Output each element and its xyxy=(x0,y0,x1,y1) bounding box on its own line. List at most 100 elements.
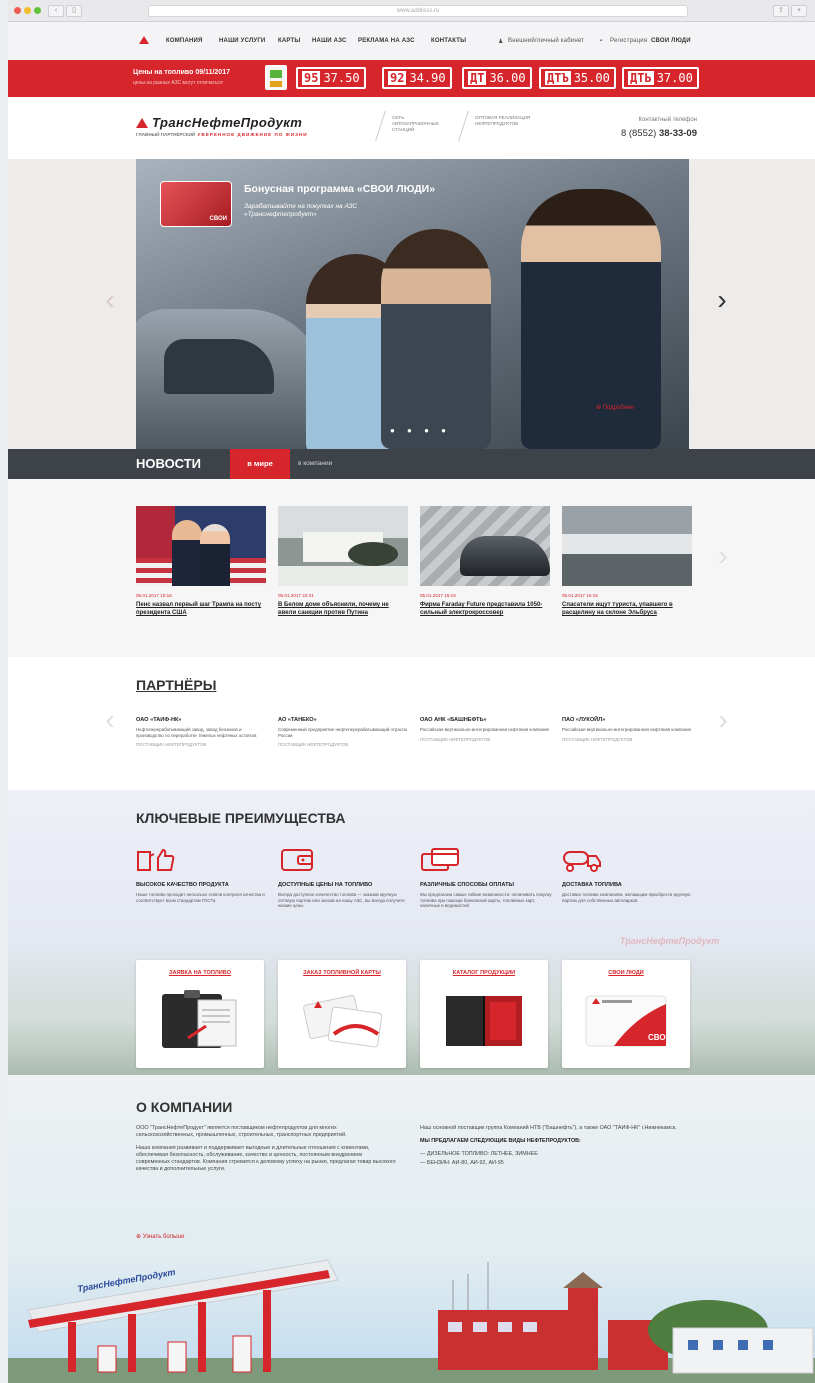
advantage-desc: Всегда доступное количество топлива — за… xyxy=(278,892,405,909)
advantage-desc: Доставка топлива компаниям, желающим при… xyxy=(562,892,691,903)
price-dt-arctic: ДТЬ 37.00 xyxy=(622,67,699,89)
news-title-link[interactable]: Фирма Faraday Future представила 1050-си… xyxy=(420,601,550,617)
tile-title[interactable]: Заявка на топливо xyxy=(136,970,264,976)
brand-slogan: главный партнёрский уверенное движение п… xyxy=(136,132,308,137)
about-more-link[interactable]: ⊕ Узнать больше xyxy=(136,1233,184,1240)
fuel-pump-icon xyxy=(265,65,287,90)
partners-chevron-right-icon[interactable]: › xyxy=(713,705,733,735)
news-image xyxy=(278,506,408,586)
news-tabs: НОВОСТИ в мире в компании xyxy=(8,449,815,479)
news-title-link[interactable]: Пенс назвал первый шаг Трампа на посту п… xyxy=(136,601,266,617)
site-header: ТрансНефтеПродукт главный партнёрский ув… xyxy=(8,97,815,159)
partner-name: АО «ТАНЕКО» xyxy=(278,717,317,723)
tab-world[interactable]: в мире xyxy=(230,449,290,479)
tile-loyalty[interactable]: Свои люди СВОИ xyxy=(562,960,690,1068)
cabinet-link[interactable]: Внешний/личный кабинет xyxy=(508,38,584,44)
close-window-icon[interactable] xyxy=(14,7,21,14)
partner-card[interactable]: ОАО АНК «БАШНЕФТЬ» Российская вертикальн… xyxy=(420,717,550,742)
partner-card[interactable]: ОАО «ТАИФ-НК» Нефтеперерабатывающий заво… xyxy=(136,717,266,747)
station-background xyxy=(8,940,815,1075)
phone-label: Контактный телефон xyxy=(638,117,698,123)
logo-mark-icon[interactable] xyxy=(139,36,149,44)
offer-item: — БЕНЗИН: АИ-80, АИ-92, АИ-95 xyxy=(420,1160,504,1166)
phone-number[interactable]: 8 (8552) 38-33-09 xyxy=(621,128,697,139)
partner-name: ОАО «ТАИФ-НК» xyxy=(136,717,182,723)
news-title-link[interactable]: Спасатели ищут туриста, упавшего в расще… xyxy=(562,601,692,617)
loyalty-card-icon: СВОИ xyxy=(584,988,672,1050)
news-image xyxy=(420,506,550,586)
clipboard-icon xyxy=(158,988,242,1050)
nav-item-company[interactable]: КОМПАНИЯ xyxy=(166,38,203,44)
advantage-title: Доставка топлива xyxy=(562,882,622,888)
news-card[interactable]: 05.01.2017 15:16 Спасатели ищут туриста,… xyxy=(562,506,692,617)
partner-name: ОАО АНК «БАШНЕФТЬ» xyxy=(420,717,487,723)
nav-item-stations[interactable]: НАШИ АЗС xyxy=(312,38,347,44)
back-button[interactable]: ‹ xyxy=(48,5,64,17)
brand-logo[interactable]: ТрансНефтеПродукт xyxy=(136,115,302,130)
tile-catalog[interactable]: Каталог продукции xyxy=(420,960,548,1068)
minimize-window-icon[interactable] xyxy=(24,7,31,14)
partner-desc: Современный предприятие нефтеперерабатыв… xyxy=(278,727,407,738)
partner-desc: Российская вертикально-интегрированная н… xyxy=(420,727,549,732)
payment-cards-icon xyxy=(420,846,460,874)
hero-title: Бонусная программа «СВОИ ЛЮДИ» xyxy=(244,183,436,195)
tab-company[interactable]: в компании xyxy=(298,449,332,479)
nav-item-contacts[interactable]: КОНТАКТЫ xyxy=(431,38,466,44)
top-navigation: КОМПАНИЯ НАШИ УСЛУГИ КАРТЫ НАШИ АЗС РЕКЛ… xyxy=(8,22,815,60)
news-card[interactable]: 05.01.2017 15:16 Пенс назвал первый шаг … xyxy=(136,506,266,617)
fuel-card-icon xyxy=(300,988,384,1050)
price-dt-winter: ДТЪ 35.00 xyxy=(539,67,616,89)
price-92: 92 34.90 xyxy=(382,67,452,89)
new-tab-icon[interactable]: + xyxy=(791,5,807,17)
tile-title[interactable]: Каталог продукции xyxy=(420,970,548,976)
news-date: 05.01.2017 15:16 xyxy=(420,593,456,598)
slider-dots[interactable]: ● ● ● ● xyxy=(390,426,451,435)
about-left-column: ООО "ТрансНефтеПродукт" является поставщ… xyxy=(136,1125,396,1179)
nav-item-services[interactable]: НАШИ УСЛУГИ xyxy=(219,38,265,44)
news-image xyxy=(136,506,266,586)
tile-title[interactable]: Заказ топливной карты xyxy=(278,970,406,976)
gas-station-illustration: ТрансНефтеПродукт xyxy=(8,1259,815,1383)
news-title-link[interactable]: В Белом доме объяснили, почему не ввели … xyxy=(278,601,408,617)
program-prefix[interactable]: Регистрация xyxy=(610,38,647,44)
about-right-column: Наш основной поставщик группа Компаний Н… xyxy=(420,1125,680,1173)
nav-item-advertising[interactable]: РЕКЛАМА НА АЗС xyxy=(358,38,415,44)
tile-title[interactable]: Свои люди xyxy=(562,970,690,976)
user-icon[interactable]: ♟ xyxy=(498,38,504,45)
partners-section: ПАРТНЁРЫ ‹ ОАО «ТАИФ-НК» Нефтеперерабаты… xyxy=(8,657,815,790)
program-link[interactable]: СВОИ ЛЮДИ xyxy=(651,38,691,44)
advantage-item: Различные способы оплаты Мы предлагаем с… xyxy=(420,846,555,909)
address-bar[interactable]: www.address.ru xyxy=(148,5,688,17)
news-date: 05.01.2017 15:16 xyxy=(562,593,598,598)
header-divider xyxy=(375,111,386,141)
car-window-shape xyxy=(164,339,274,394)
partner-card[interactable]: АО «ТАНЕКО» Современный предприятие нефт… xyxy=(278,717,408,747)
partners-chevron-left-icon[interactable]: ‹ xyxy=(100,705,120,735)
maximize-window-icon[interactable] xyxy=(34,7,41,14)
price-note: цены на разных АЗС могут отличаться xyxy=(133,80,223,86)
hero-more-link[interactable]: ⊕ Подробнее xyxy=(596,404,634,411)
news-chevron-right-icon[interactable]: › xyxy=(713,541,733,571)
header-info-wholesale[interactable]: Оптовая реализация нефтепродуктов xyxy=(475,115,535,127)
share-icon[interactable]: ⇪ xyxy=(773,5,789,17)
news-card[interactable]: 05.01.2017 15:16 Фирма Faraday Future пр… xyxy=(420,506,550,617)
price-title: Цены на топливо 09/11/2017 xyxy=(133,69,230,76)
sidebar-toggle-icon[interactable]: ▯ xyxy=(66,5,82,17)
dealer-figure xyxy=(521,189,661,449)
hero-slider[interactable]: СВОИ Бонусная программа «СВОИ ЛЮДИ» Зара… xyxy=(8,159,815,449)
advantage-item: Доставка топлива Доставка топлива компан… xyxy=(562,846,697,903)
header-info-stations[interactable]: Сеть автозаправочных станций xyxy=(392,115,442,133)
loyalty-card-image: СВОИ xyxy=(160,181,232,227)
partner-card[interactable]: ПАО «ЛУКОЙЛ» Российская вертикально-инте… xyxy=(562,717,692,742)
chevron-right-icon[interactable]: › xyxy=(712,285,732,315)
tile-fuel-request[interactable]: Заявка на топливо xyxy=(136,960,264,1068)
advantage-title: Различные способы оплаты xyxy=(420,882,514,888)
chevron-left-icon[interactable]: ‹ xyxy=(100,285,120,315)
partners-title: ПАРТНЁРЫ xyxy=(136,677,217,693)
tile-fuel-card-order[interactable]: Заказ топливной карты xyxy=(278,960,406,1068)
nav-item-cards[interactable]: КАРТЫ xyxy=(278,38,300,44)
partner-desc: Нефтеперерабатывающий завод, завод бензи… xyxy=(136,727,257,738)
news-card[interactable]: 05.01.2017 22:41 В Белом доме объяснили,… xyxy=(278,506,408,617)
hero-next-slide xyxy=(689,159,815,449)
header-divider xyxy=(458,111,469,141)
